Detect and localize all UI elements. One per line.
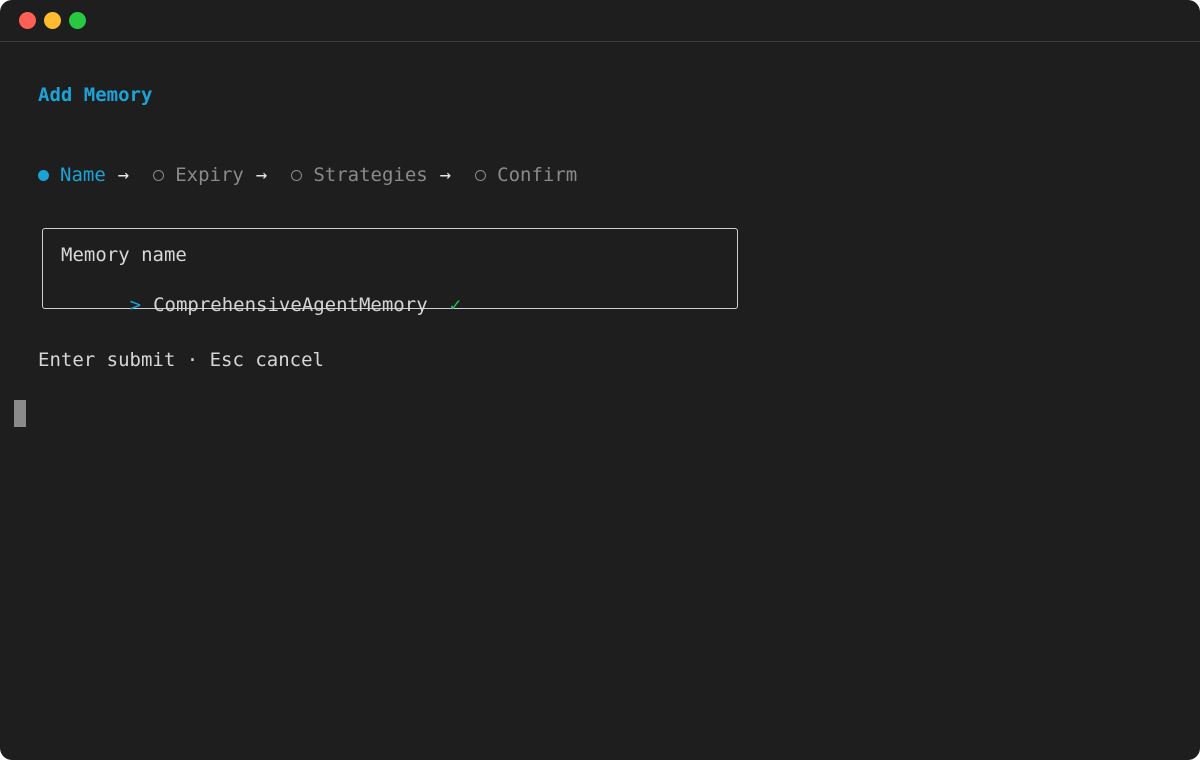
step-label-name: Name [60,164,106,186]
step-arrow-icon: → [439,164,452,186]
prompt-chevron-icon: > [129,294,142,316]
step-pending-circle-icon [291,169,303,181]
step-name: Name [38,163,106,187]
maximize-window-button[interactable] [69,12,86,29]
memory-name-label: Memory name [61,244,187,266]
step-expiry: Expiry [153,163,244,187]
step-arrow-icon: → [117,164,130,186]
terminal-cursor [14,400,26,427]
memory-name-input-box[interactable]: Memory name > ComprehensiveAgentMemory ✓ [42,228,738,316]
step-label-confirm: Confirm [497,164,578,186]
terminal-window: Add Memory Name → Expiry → Strategies → … [0,0,1200,760]
step-arrow-icon: → [255,164,268,186]
step-label-expiry: Expiry [175,164,244,186]
step-confirm: Confirm [475,163,577,187]
memory-name-input[interactable]: > ComprehensiveAgentMemory ✓ [61,269,461,341]
close-window-button[interactable] [19,12,36,29]
wizard-steps: Name → Expiry → Strategies → Confirm [38,163,577,187]
title-bar [0,0,1200,42]
step-strategies: Strategies [291,163,428,187]
valid-check-icon: ✓ [449,294,462,316]
keyboard-hint: Enter submit · Esc cancel [38,349,324,371]
step-active-dot-icon [38,169,49,181]
step-pending-circle-icon [153,169,165,181]
page-title: Add Memory [38,84,153,106]
step-pending-circle-icon [475,169,487,181]
step-label-strategies: Strategies [313,164,428,186]
memory-name-value[interactable]: ComprehensiveAgentMemory [153,294,428,316]
minimize-window-button[interactable] [44,12,61,29]
